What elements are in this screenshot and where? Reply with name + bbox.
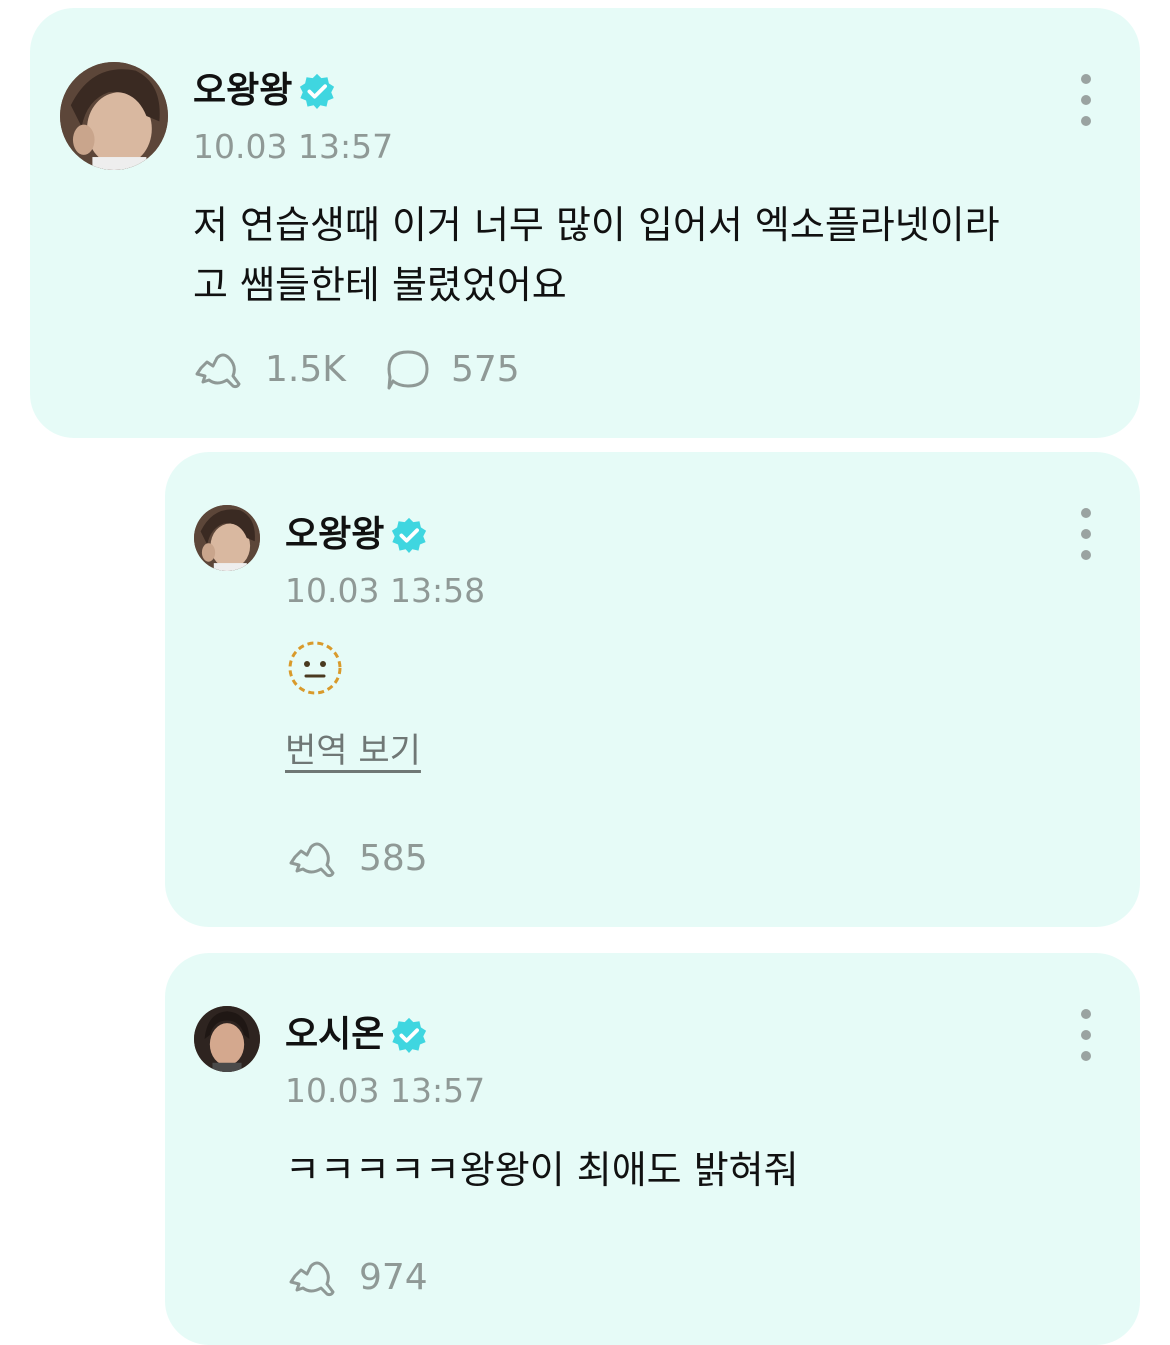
author-name[interactable]: 오시온 [285, 1016, 428, 1054]
translate-link[interactable]: 번역 보기 [285, 734, 421, 768]
author-name[interactable]: 오왕왕 [193, 72, 336, 110]
reply-card: 오시온 10.03 13:57 ㅋㅋㅋㅋㅋ왕왕이 최애도 밝혀줘 974 [165, 953, 1140, 1345]
more-options-icon[interactable] [1076, 74, 1096, 126]
like-icon [193, 348, 245, 392]
avatar[interactable] [60, 62, 168, 170]
avatar[interactable] [194, 1006, 260, 1072]
verified-badge-icon [390, 1016, 428, 1054]
reply-card: 오왕왕 10.03 13:58 번역 보기 585 [165, 452, 1140, 927]
comment-icon [385, 348, 431, 392]
like-button[interactable]: 585 [287, 837, 428, 881]
post-text: 저 연습생때 이거 너무 많이 입어서 엑소플라넷이라 고 쌤들한테 불렸었어요 [193, 203, 1000, 307]
like-button[interactable]: 974 [287, 1256, 428, 1300]
avatar[interactable] [194, 505, 260, 571]
comment-button[interactable]: 575 [385, 348, 520, 392]
more-options-icon[interactable] [1076, 508, 1096, 560]
more-options-icon[interactable] [1076, 1009, 1096, 1061]
verified-badge-icon [298, 72, 336, 110]
like-button[interactable]: 1.5K [193, 348, 346, 392]
post-card: 오왕왕 10.03 13:57 저 연습생때 이거 너무 많이 입어서 엑소플라… [30, 8, 1140, 438]
post-text: ㅋㅋㅋㅋㅋ왕왕이 최애도 밝혀줘 [285, 1148, 799, 1192]
like-icon [287, 1256, 339, 1300]
verified-badge-icon [390, 516, 428, 554]
post-timestamp: 10.03 13:57 [285, 1071, 486, 1110]
author-name[interactable]: 오왕왕 [285, 516, 428, 554]
neutral-face-dotted-emoji-icon [287, 640, 343, 696]
post-timestamp: 10.03 13:57 [193, 127, 394, 166]
post-timestamp: 10.03 13:58 [285, 571, 486, 610]
like-icon [287, 837, 339, 881]
